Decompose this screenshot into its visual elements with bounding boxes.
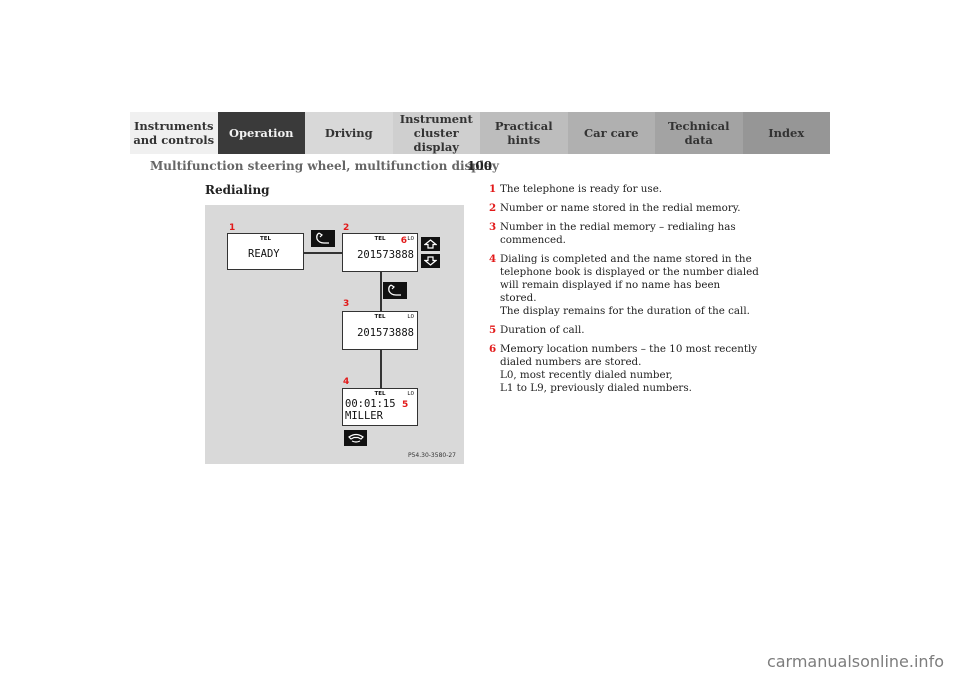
legend-item: 2 Number or name stored in the redial mem… bbox=[489, 202, 741, 214]
tab-practical-hints[interactable]: Practical hints bbox=[480, 112, 568, 154]
connector-line bbox=[303, 252, 343, 254]
section-title: Redialing bbox=[205, 183, 270, 197]
callout-3: 3 bbox=[343, 299, 350, 309]
connector-line bbox=[380, 271, 382, 313]
phone-pickup-icon bbox=[388, 284, 401, 296]
tab-technical-data[interactable]: Technical data bbox=[655, 112, 743, 154]
tab-index[interactable]: Index bbox=[742, 112, 830, 154]
watermark: carmanualsonline.info bbox=[766, 652, 944, 671]
chapter-tabs: Instruments and controls Operation Drivi… bbox=[130, 112, 830, 154]
connector-line bbox=[380, 348, 382, 390]
legend-list: 1 The telephone is ready for use. 2 Number… bbox=[489, 183, 759, 401]
arrow-up-key[interactable] bbox=[421, 237, 440, 251]
callout-2: 2 bbox=[343, 223, 350, 233]
figure-code: P54.30-3580-27 bbox=[407, 452, 456, 459]
running-title: Multifunction steering wheel, multifunct… bbox=[150, 159, 499, 173]
callout-1: 1 bbox=[229, 223, 236, 233]
legend-item: 1 The telephone is ready for use. bbox=[489, 183, 663, 195]
legend-item: 4 Dialing is completed and the name store… bbox=[489, 253, 759, 317]
callout-6: 6 bbox=[400, 236, 407, 246]
redialing-figure: 1 2 3 4 TEL READY TEL L0 6 201573888 TEL… bbox=[205, 205, 464, 464]
legend-item: 6 Memory location numbers – the 10 most r… bbox=[489, 343, 758, 394]
tab-instrument-cluster-display[interactable]: Instrument cluster display bbox=[392, 112, 480, 154]
tab-instruments-and-controls[interactable]: Instruments and controls bbox=[130, 112, 218, 154]
legend-item: 3 Number in the redial memory – redialing… bbox=[489, 221, 736, 246]
tab-driving[interactable]: Driving bbox=[305, 112, 393, 154]
arrow-down-icon bbox=[424, 256, 437, 266]
callout-4: 4 bbox=[343, 377, 350, 387]
display-redial-memory: TEL L0 6 201573888 bbox=[342, 233, 418, 272]
callout-5: 5 bbox=[402, 400, 409, 410]
display-redialing: TEL L0 201573888 bbox=[342, 311, 418, 350]
tab-operation[interactable]: Operation bbox=[217, 112, 305, 154]
tab-car-care[interactable]: Car care bbox=[567, 112, 655, 154]
page-number: 100 bbox=[467, 159, 493, 173]
display-call-active: TEL L0 00:01:15 5 MILLER bbox=[342, 388, 418, 426]
phone-pickup-key[interactable] bbox=[311, 230, 335, 247]
phone-hangup-icon bbox=[347, 433, 364, 443]
phone-pickup-key[interactable] bbox=[383, 282, 407, 299]
display-ready: TEL READY bbox=[227, 233, 304, 270]
arrow-down-key[interactable] bbox=[421, 254, 440, 268]
phone-hangup-key[interactable] bbox=[344, 430, 367, 446]
phone-pickup-icon bbox=[316, 232, 329, 244]
arrow-up-icon bbox=[424, 239, 437, 249]
legend-item: 5 Duration of call. bbox=[489, 324, 585, 336]
